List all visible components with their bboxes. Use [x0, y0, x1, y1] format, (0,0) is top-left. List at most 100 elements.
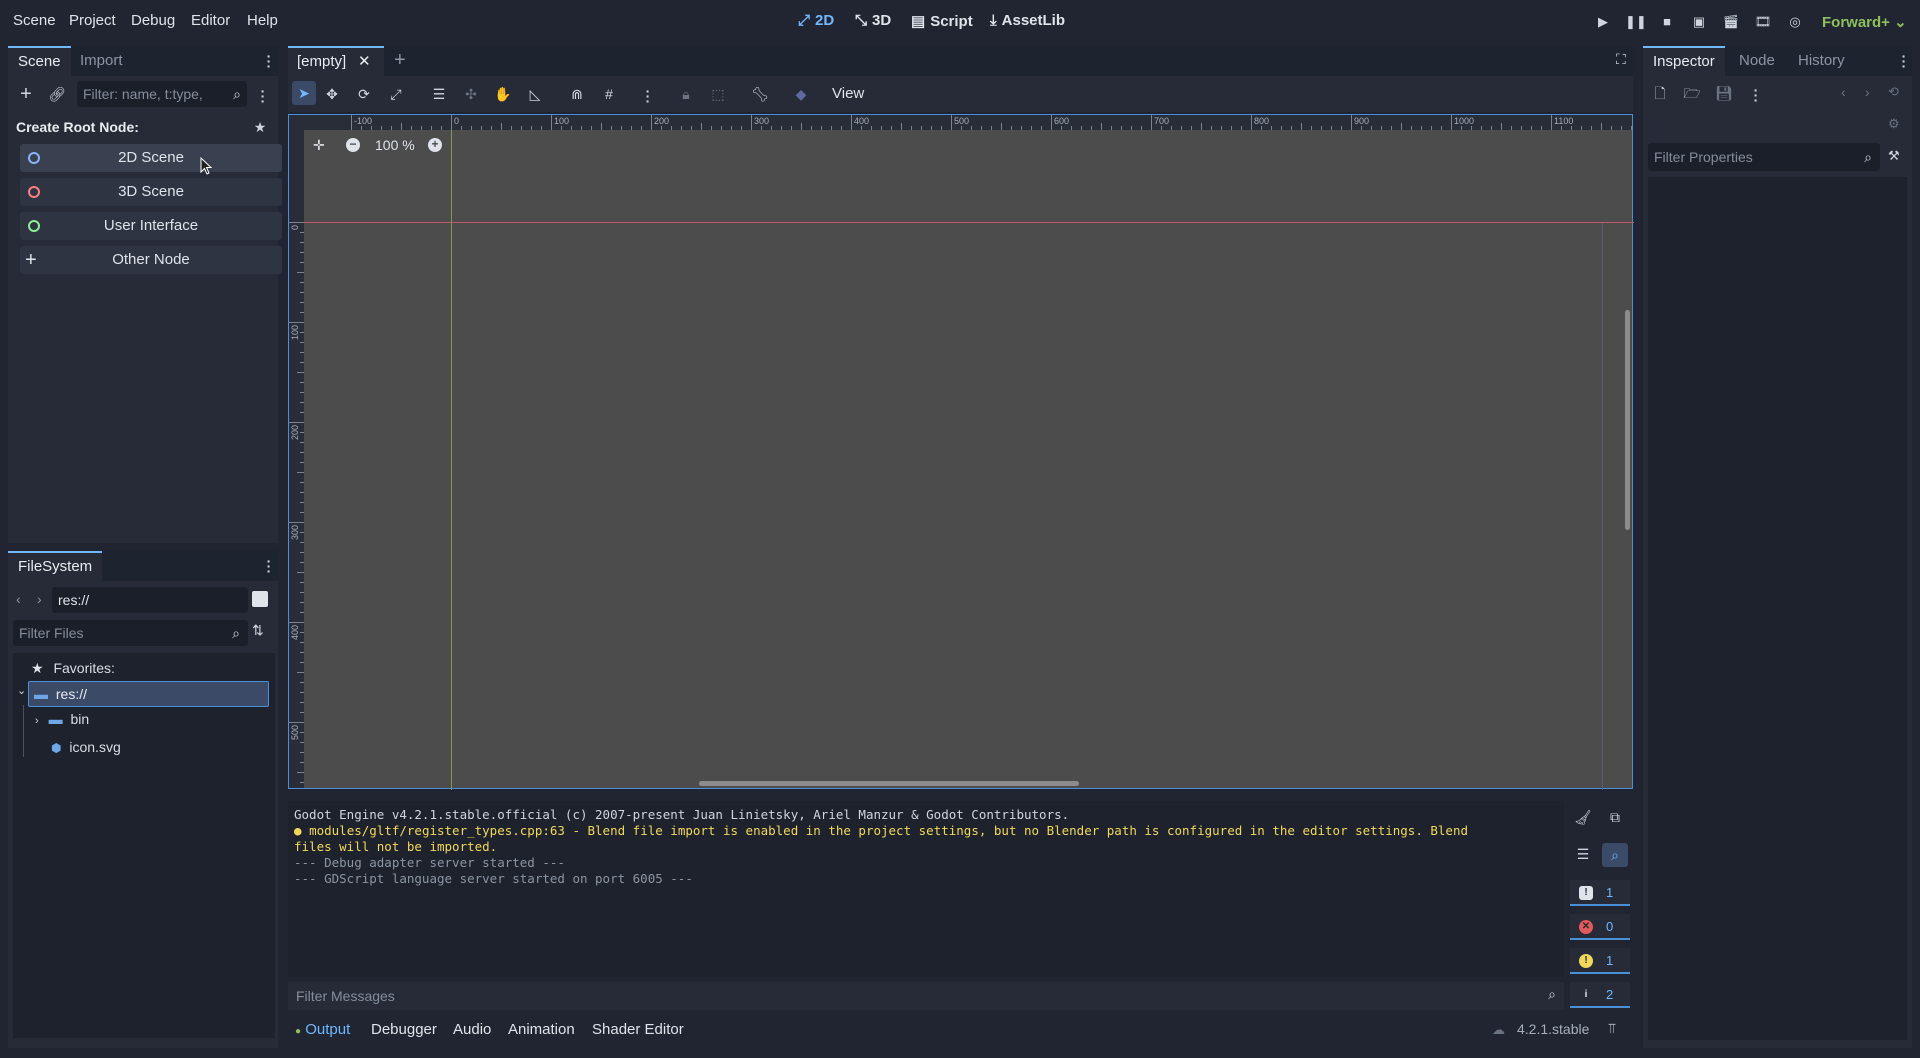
split-mode-icon[interactable]	[252, 591, 268, 607]
object-properties-icon[interactable]: ⚙︎	[1888, 116, 1900, 132]
grid-snap-icon[interactable]: #	[598, 83, 620, 105]
back-icon[interactable]: ‹	[16, 591, 21, 607]
tab-history[interactable]: History	[1788, 46, 1855, 76]
filter-errors-toggle[interactable]: ✕ 0	[1570, 914, 1630, 940]
horizontal-scrollbar[interactable]	[699, 781, 1079, 786]
filter-editor-messages-toggle[interactable]: i 2	[1570, 982, 1630, 1008]
filter-warnings-toggle[interactable]: ! 1	[1570, 948, 1630, 974]
main-screen-script-button[interactable]: ▤ Script	[911, 12, 973, 31]
expand-arrow-icon[interactable]: ⌄	[17, 684, 27, 697]
play-current-scene-icon[interactable]: 🎬︎	[1721, 12, 1741, 32]
select-mode-icon[interactable]: ➤	[292, 81, 316, 105]
tab-node[interactable]: Node	[1729, 46, 1785, 76]
filter-files-input[interactable]: Filter Files ⌕	[13, 620, 248, 646]
menu-debug[interactable]: Debug	[131, 12, 175, 29]
snap-options-icon[interactable]: · · ·	[645, 84, 651, 108]
filter-messages-toggle[interactable]: ! 1	[1570, 880, 1630, 906]
canvas-viewport[interactable]: -100 0 100 200 300 400 500 600 700 800 900 1000 1100…	[288, 114, 1634, 790]
lock-icon[interactable]: 🔒︎	[675, 83, 697, 105]
path-field[interactable]: res://	[52, 587, 248, 613]
root-other-node-button[interactable]: + Other Node	[20, 246, 282, 274]
stop-icon[interactable]: ■	[1657, 12, 1677, 32]
list-select-icon[interactable]: ☰	[428, 83, 450, 105]
move-mode-icon[interactable]: ✥	[321, 83, 343, 105]
vertical-scrollbar[interactable]	[1625, 310, 1630, 530]
tab-import[interactable]: Import	[70, 46, 133, 76]
main-screen-3d-button[interactable]: ⤡ 3D	[855, 12, 891, 29]
movie-maker-icon[interactable]: ◎	[1785, 12, 1805, 32]
zoom-level[interactable]: 100 %	[375, 137, 415, 153]
history-forward-icon[interactable]: ›	[1865, 84, 1870, 100]
ruler-mode-icon[interactable]: ◺	[524, 83, 546, 105]
root-3d-scene-button[interactable]: 3D Scene	[20, 178, 282, 206]
favorites-item[interactable]: ★ Favorites:	[31, 660, 115, 677]
new-tab-icon[interactable]: +	[394, 49, 406, 72]
sort-icon[interactable]: ⇅	[252, 622, 264, 639]
new-resource-icon[interactable]: 🗋︎	[1649, 82, 1671, 104]
tree-item-icon-svg[interactable]: ⬢ icon.svg	[51, 739, 121, 755]
group-icon[interactable]: ⬚	[707, 83, 729, 105]
pan-mode-icon[interactable]: ✋	[492, 83, 514, 105]
tab-scene[interactable]: Scene	[8, 46, 71, 76]
version-label[interactable]: 4.2.1.stable	[1517, 1021, 1589, 1037]
menu-project[interactable]: Project	[69, 12, 116, 29]
view-menu[interactable]: View	[832, 85, 864, 102]
favorites-star-icon[interactable]: ★	[249, 116, 271, 138]
save-resource-icon[interactable]: 💾︎	[1713, 82, 1735, 104]
search-toggle-icon[interactable]: ⌕	[1602, 843, 1628, 867]
tree-item-res-root[interactable]: ▬ res://	[28, 681, 269, 707]
resource-menu-icon[interactable]: · · ·	[1753, 83, 1759, 107]
object-history-icon[interactable]: ⟲	[1888, 84, 1899, 100]
menu-help[interactable]: Help	[247, 12, 278, 29]
root-user-interface-button[interactable]: User Interface	[20, 212, 282, 240]
camera-override-icon[interactable]: ◆	[790, 83, 812, 105]
skeleton-icon[interactable]: 🦴︎	[749, 83, 771, 105]
zoom-out-icon[interactable]: −	[346, 138, 360, 152]
bottom-tab-output[interactable]: ● Output	[295, 1021, 350, 1038]
history-back-icon[interactable]: ‹	[1841, 84, 1846, 100]
zoom-in-icon[interactable]: +	[428, 138, 442, 152]
main-screen-assetlib-button[interactable]: ⤓ AssetLib	[990, 12, 1065, 29]
tab-empty-scene[interactable]: [empty] ✕	[288, 46, 384, 76]
load-resource-icon[interactable]: 🗁︎	[1681, 82, 1703, 104]
filter-messages-input[interactable]: Filter Messages ⌕	[288, 982, 1564, 1010]
clear-log-icon[interactable]: 🧹︎	[1572, 806, 1594, 828]
play-custom-scene-icon[interactable]: 🎞︎	[1753, 12, 1773, 32]
scene-filter-input[interactable]: Filter: name, t:type, ⌕	[77, 81, 247, 107]
tab-filesystem[interactable]: FileSystem	[8, 551, 103, 581]
tree-item-bin[interactable]: › ▬ bin	[35, 711, 89, 727]
bottom-tab-shader-editor[interactable]: Shader Editor	[592, 1021, 684, 1038]
play-icon[interactable]: ▶	[1593, 12, 1613, 32]
pivot-icon[interactable]: ✣	[460, 83, 482, 105]
tab-inspector[interactable]: Inspector	[1643, 46, 1725, 76]
menu-editor[interactable]: Editor	[191, 12, 230, 29]
copy-log-icon[interactable]: ⧉	[1604, 806, 1626, 828]
instance-scene-icon[interactable]: 🔗︎	[46, 83, 68, 105]
close-icon[interactable]: ✕	[358, 52, 371, 70]
bottom-tab-audio[interactable]: Audio	[453, 1021, 491, 1038]
scale-mode-icon[interactable]: ⤢	[385, 83, 407, 105]
root-2d-scene-button[interactable]: 2D Scene	[20, 144, 282, 172]
filter-properties-input[interactable]: Filter Properties ⌕	[1648, 143, 1880, 171]
add-node-icon[interactable]: +	[15, 83, 37, 105]
remote-debug-icon[interactable]: ▣	[1689, 12, 1709, 32]
center-view-icon[interactable]: ✛	[313, 137, 325, 154]
property-tools-icon[interactable]: ⚒︎	[1888, 148, 1900, 164]
menu-scene[interactable]: Scene	[13, 12, 56, 29]
forward-icon[interactable]: ›	[37, 591, 42, 607]
filesystem-menu-icon[interactable]: · · ·	[266, 554, 272, 578]
bottom-tab-animation[interactable]: Animation	[508, 1021, 575, 1038]
bottom-tab-debugger[interactable]: Debugger	[371, 1021, 437, 1038]
rotate-mode-icon[interactable]: ⟳	[353, 83, 375, 105]
main-screen-2d-button[interactable]: ⤢ 2D	[798, 12, 834, 29]
expand-bottom-panel-icon[interactable]: ⫪	[1608, 1020, 1616, 1037]
distraction-free-icon[interactable]: ⛶	[1616, 51, 1626, 68]
ruler-minor-tick	[300, 542, 304, 543]
pause-icon[interactable]: ❚❚	[1625, 12, 1647, 32]
inspector-menu-icon[interactable]: · · ·	[1901, 49, 1907, 73]
smart-snap-icon[interactable]: ⋒	[566, 83, 588, 105]
collapse-duplicates-icon[interactable]: ☰	[1572, 843, 1594, 865]
renderer-select[interactable]: Forward+ ⌄	[1822, 13, 1907, 31]
scene-tree-menu-icon[interactable]: · · ·	[260, 84, 266, 108]
dock-menu-icon[interactable]: · · ·	[266, 49, 272, 73]
